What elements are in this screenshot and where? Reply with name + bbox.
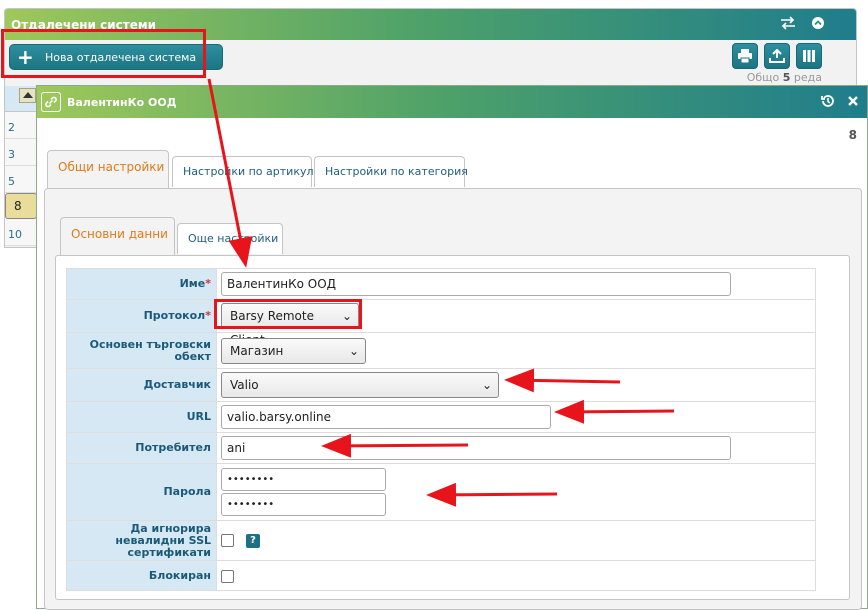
tab-more-settings[interactable]: Още настройки <box>177 223 283 254</box>
dialog-title: ВалентинКо ООД <box>67 96 177 109</box>
general-settings-panel: Основни данни Още настройки Име* Валенти… <box>44 188 862 610</box>
blocked-checkbox[interactable] <box>221 569 234 583</box>
url-input[interactable]: valio.barsy.online <box>221 405 551 429</box>
annotation-box-new-button <box>1 29 206 78</box>
ssl-checkbox[interactable] <box>221 534 234 548</box>
upload-icon <box>769 49 785 63</box>
blocked-label: Блокиран <box>66 560 217 591</box>
list-column: 2 3 5 8 10 <box>5 86 37 246</box>
basic-data-panel: Име* ВалентинКо ООД Протокол* Barsy Remo… <box>55 255 850 600</box>
password-input[interactable]: •••••••• <box>221 468 386 491</box>
supplier-select[interactable]: Valio ⌄ <box>221 372 499 398</box>
print-button[interactable] <box>732 43 758 69</box>
list-row[interactable]: 5 <box>5 166 37 193</box>
form-row-name: Име* ВалентинКо ООД <box>66 268 816 300</box>
list-row[interactable]: 10 <box>5 219 37 246</box>
name-input[interactable]: ВалентинКо ООД <box>221 272 731 296</box>
store-label: Основен търговски обект <box>66 332 217 369</box>
tab-category-settings[interactable]: Настройки по категория <box>314 156 468 187</box>
sort-up-icon[interactable] <box>19 88 36 103</box>
history-icon[interactable] <box>820 93 838 111</box>
supplier-label: Доставчик <box>66 368 217 402</box>
form-row-password: Парола •••••••• •••••••• <box>66 463 816 521</box>
form-row-url: URL valio.barsy.online <box>66 401 816 433</box>
password-repeat-input[interactable]: •••••••• <box>221 493 386 516</box>
settings-form: Име* ВалентинКо ООД Протокол* Barsy Remo… <box>66 268 816 591</box>
export-button[interactable] <box>764 43 790 69</box>
columns-button[interactable] <box>796 43 822 69</box>
columns-icon <box>803 50 815 62</box>
form-row-supplier: Доставчик Valio ⌄ <box>66 368 816 402</box>
url-label: URL <box>66 401 217 433</box>
user-input[interactable]: ani <box>221 436 731 460</box>
dialog-header: ВалентинКо ООД <box>37 86 867 118</box>
list-row[interactable]: 3 <box>5 139 37 166</box>
store-select[interactable]: Магазин ⌄ <box>221 337 366 364</box>
user-label: Потребител <box>66 432 217 464</box>
form-row-blocked: Блокиран <box>66 560 816 591</box>
chevron-down-icon: ⌄ <box>348 343 359 358</box>
form-row-user: Потребител ani <box>66 432 816 464</box>
tab-article-settings[interactable]: Настройки по артикул <box>172 156 314 187</box>
list-row[interactable]: 2 <box>5 112 37 139</box>
protocol-label: Протокол* <box>66 299 217 333</box>
list-row-selected[interactable]: 8 <box>5 193 37 219</box>
name-label: Име* <box>66 268 217 300</box>
record-number: 8 <box>848 128 857 142</box>
form-row-ssl: Да игнорира невалидни SSL сертификати ? <box>66 520 816 561</box>
form-row-store: Основен търговски обект Магазин ⌄ <box>66 332 816 369</box>
form-row-protocol: Протокол* Barsy Remote Client⌄ <box>66 299 816 347</box>
link-icon <box>41 92 61 112</box>
collapse-icon[interactable] <box>809 16 827 32</box>
annotation-box-protocol <box>214 299 362 329</box>
tab-basic-data[interactable]: Основни данни <box>60 217 175 255</box>
tab-general-settings[interactable]: Общи настройки <box>47 150 169 188</box>
swap-icon[interactable] <box>779 16 797 32</box>
password-label: Парола <box>66 463 217 521</box>
chevron-down-icon: ⌄ <box>481 378 492 392</box>
close-icon[interactable] <box>845 93 863 111</box>
help-icon[interactable]: ? <box>246 533 260 548</box>
total-rows: Общо 5 реда <box>746 71 822 84</box>
edit-remote-system-dialog: ВалентинКо ООД 8 Общи настройки Настройк… <box>36 85 868 610</box>
list-header <box>5 86 37 112</box>
printer-icon <box>738 49 752 63</box>
ssl-label: Да игнорира невалидни SSL сертификати <box>66 520 217 561</box>
